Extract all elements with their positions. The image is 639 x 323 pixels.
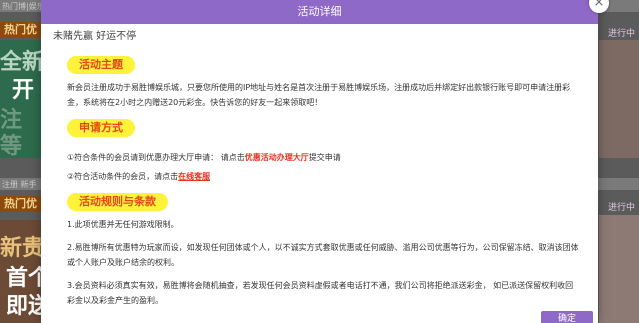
background-banner-text: 等 [0, 134, 23, 159]
rule-item: 2.易胜博所有优惠特为玩家而设，如发现任何团体或个人，以不诚实方式套取优惠或任何… [67, 243, 579, 267]
background-banner-text: 注 [0, 108, 23, 133]
rule-item: 1.此项优惠并无任何游戏限制。 [67, 220, 179, 229]
rule-item: 3.会员资料必须真实有效，易胜博将会随机抽查，若发现任何会员资料虚假或者电话打不… [67, 281, 574, 305]
dialog-tagline: 未赌先赢 好运不停 [53, 31, 137, 42]
online-service-link[interactable]: 在线客服 [178, 172, 210, 181]
background-mid-bar-text: 注册 新手 [2, 180, 37, 189]
background-right-label: 进行中 [607, 29, 635, 39]
apply-line-2: ②符合活动条件的会员，请点击在线客服 [53, 169, 586, 184]
confirm-button[interactable]: 确定 [541, 311, 593, 323]
section-heading-rules: 活动规则与条款 [67, 193, 168, 211]
background-banner-text: 新贵 [0, 236, 45, 261]
background-right-image-1 [599, 40, 639, 158]
section-heading-apply: 申请方式 [67, 119, 135, 137]
apply-line-2-prefix: ②符合活动条件的会员，请点击 [67, 172, 179, 181]
background-right-label: 进行中 [607, 203, 635, 213]
dialog-header: 活动详细 [41, 0, 598, 24]
background-right-image-2 [599, 215, 639, 323]
apply-line-1: ①符合条件的会员请到优惠办理大厅申请： 请点击优惠活动办理大厅提交申请 [53, 150, 586, 165]
background-banner-text: 开 [12, 78, 35, 103]
close-icon: × [593, 0, 605, 10]
apply-line-1-suffix: 提交申请 [308, 153, 341, 162]
dialog-body: 未赌先赢 好运不停 活动主题 新会员注册成功于易胜博娱乐城，只要您所使用的IP地… [41, 24, 598, 308]
theme-description: 新会员注册成功于易胜博娱乐城，只要您所使用的IP地址与姓名是首次注册于易胜博娱乐… [67, 83, 571, 107]
section-heading-theme: 活动主题 [67, 56, 135, 74]
background-tab-hot: 热门优 [0, 196, 41, 212]
activity-detail-dialog: 活动详细 未赌先赢 好运不停 活动主题 新会员注册成功于易胜博娱乐城，只要您所使… [41, 0, 598, 323]
apply-line-1-prefix: ①符合条件的会员请到优惠办理大厅申请： 请点击 [67, 153, 245, 162]
background-top-bar-text: 热门博|娱乐 [2, 2, 45, 11]
promo-hall-link[interactable]: 优惠活动办理大厅 [245, 153, 309, 162]
background-tab-hot: 热门优 [0, 22, 41, 38]
background-banner-text: 全新 [0, 50, 45, 75]
dialog-title: 活动详细 [297, 5, 342, 18]
